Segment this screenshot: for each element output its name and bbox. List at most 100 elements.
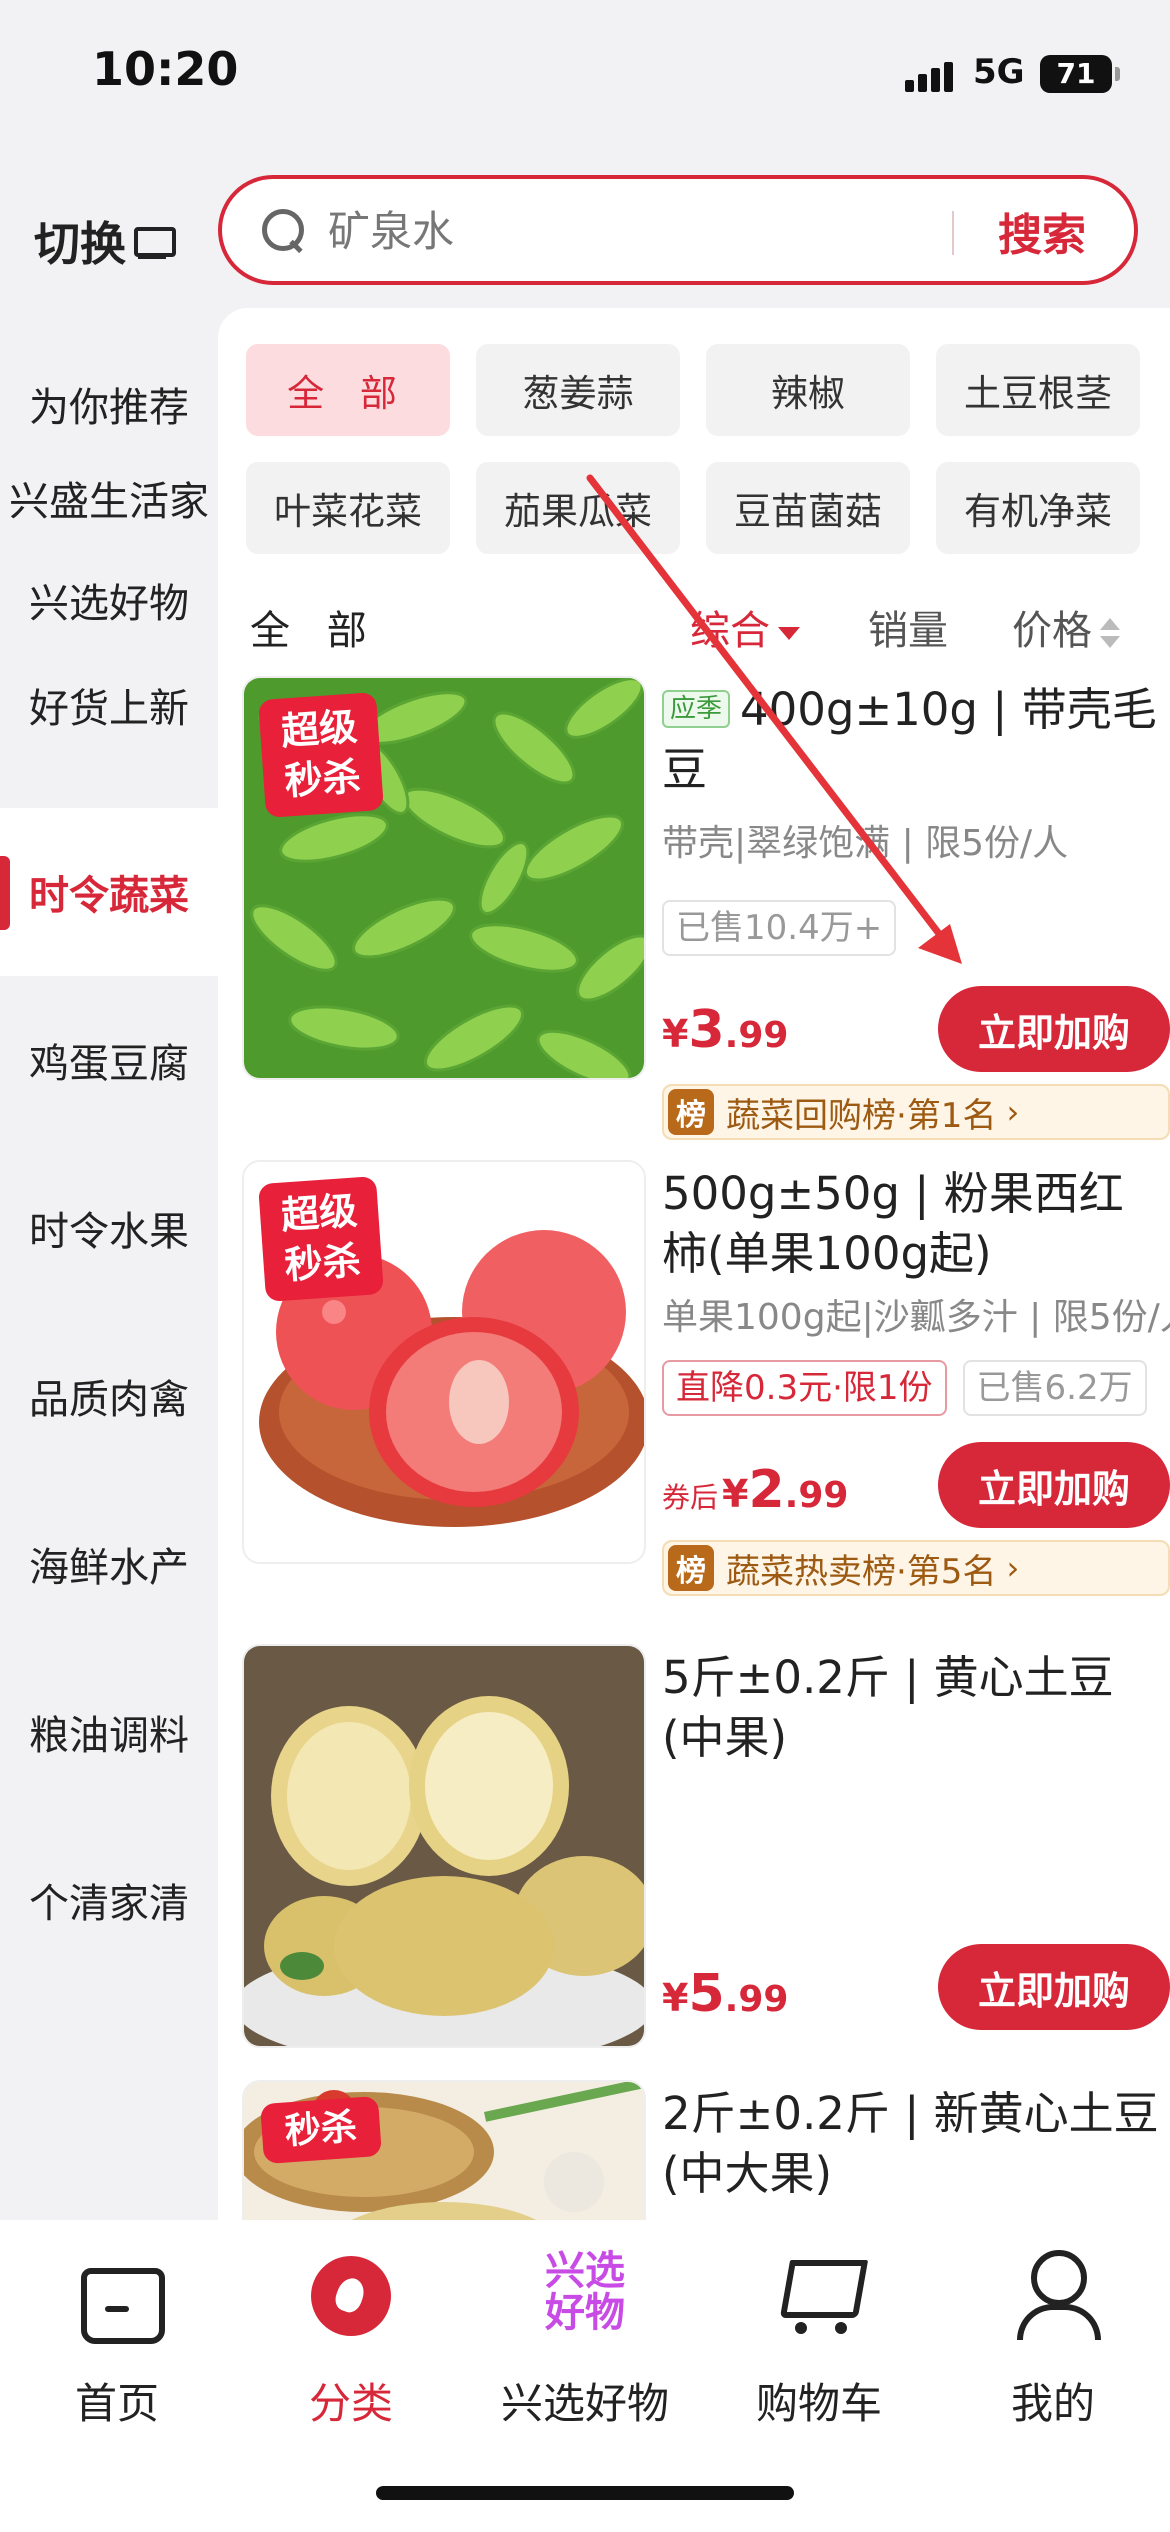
price-currency: ¥ [662, 1012, 689, 1056]
tab-xingxuan[interactable]: 兴选 好物 兴选好物 [468, 2250, 702, 2440]
product-image-new-potato[interactable]: 秒杀 [242, 2080, 646, 2220]
price-decimal: .99 [784, 1475, 849, 1516]
flash-sale-badge: 超级 秒杀 [258, 692, 384, 818]
sort-price-label: 价格 [1012, 608, 1092, 654]
sidebar-item-vegetables[interactable]: 时令蔬菜 [0, 808, 218, 976]
product-price: ¥3.99 [662, 1000, 788, 1060]
network-label: 5G [973, 52, 1025, 92]
discount-tag: 直降0.3元·限1份 [662, 1360, 947, 1416]
chip-pepper[interactable]: 辣椒 [706, 344, 910, 436]
chip-scallion-ginger-garlic[interactable]: 葱姜蒜 [476, 344, 680, 436]
tab-profile[interactable]: 我的 [936, 2250, 1170, 2440]
add-to-cart-button[interactable]: 立即加购 [938, 986, 1170, 1072]
flash-sale-badge: 秒杀 [260, 2095, 382, 2165]
status-time: 10:20 [92, 42, 239, 96]
product-title[interactable]: 应季 400g±10g | 带壳毛豆 [662, 680, 1162, 800]
search-divider [952, 211, 954, 255]
product-tags: 已售10.4万+ [662, 900, 897, 956]
price-decimal: .99 [724, 1979, 789, 2020]
product-image-edamame[interactable]: 超级 秒杀 [242, 676, 646, 1080]
price-integer: 5 [688, 1964, 725, 2024]
search-input[interactable] [328, 201, 928, 261]
xingxuan-logo-icon: 兴选 好物 [545, 2248, 625, 2336]
product-title[interactable]: 5斤±0.2斤 | 黄心土豆(中果) [662, 1648, 1162, 1768]
product-panel: 全 部 葱姜蒜 辣椒 土豆根茎 叶菜花菜 茄果瓜菜 豆苗菌菇 有机净菜 全 部 … [218, 308, 1170, 2220]
category-sidebar: 为你推荐 兴盛生活家 兴选好物 好货上新 时令蔬菜 鸡蛋豆腐 时令水果 品质肉禽… [0, 320, 218, 2220]
product-subtitle: 单果100g起|沙瓤多汁 | 限5份/人 [662, 1297, 1170, 1338]
sort-bar: 全 部 综合 销量 价格 [218, 578, 1170, 668]
sidebar-item-meat[interactable]: 品质肉禽 [0, 1312, 218, 1480]
price-integer: 3 [688, 1000, 725, 1060]
product-subtitle: 带壳|翠绿饱满 | 限5份/人 [662, 823, 1069, 864]
tab-category-label: 分类 [308, 2379, 393, 2428]
tab-cart-label: 购物车 [755, 2379, 882, 2428]
category-icon [311, 2256, 391, 2336]
tab-cart[interactable]: 购物车 [702, 2250, 936, 2440]
sort-arrows-icon [1100, 616, 1120, 650]
tab-profile-label: 我的 [1010, 2379, 1095, 2428]
status-bar: 10:20 5G 71 [0, 0, 1170, 150]
product-title[interactable]: 2斤±0.2斤 | 新黄心土豆(中大果) [662, 2084, 1162, 2204]
tab-home[interactable]: 首页 [0, 2250, 234, 2440]
profile-icon [1013, 2250, 1101, 2340]
chip-solanaceous[interactable]: 茄果瓜菜 [476, 462, 680, 554]
product-price: 券后 ¥2.99 [662, 1460, 848, 1520]
sort-comprehensive[interactable]: 综合 [690, 598, 800, 656]
chip-potato-root[interactable]: 土豆根茎 [936, 344, 1140, 436]
chevron-right-icon: › [1006, 1093, 1020, 1131]
sidebar-item-grain-oil[interactable]: 粮油调料 [0, 1648, 218, 1816]
price-currency: ¥ [722, 1472, 749, 1516]
product-card[interactable]: 超级 秒杀 应季 400g±10g | 带壳毛豆 带壳|翠绿饱满 | 限5份/人 已… [242, 676, 1170, 1140]
sidebar-item-seafood[interactable]: 海鲜水产 [0, 1480, 218, 1648]
product-image-potato[interactable] [242, 1644, 646, 2048]
price-integer: 2 [748, 1460, 785, 1520]
home-icon [77, 2250, 165, 2344]
sold-count-tag: 已售10.4万+ [662, 900, 897, 956]
switch-button[interactable]: 切换 [34, 208, 176, 274]
ranking-banner[interactable]: 榜 蔬菜回购榜·第1名 › [662, 1084, 1170, 1140]
sidebar-item-eggs-tofu[interactable]: 鸡蛋豆腐 [0, 976, 218, 1144]
chip-leafy[interactable]: 叶菜花菜 [246, 462, 450, 554]
sidebar-item-new[interactable]: 好货上新 [0, 620, 218, 790]
sidebar-item-fruit[interactable]: 时令水果 [0, 1144, 218, 1312]
chip-organic[interactable]: 有机净菜 [936, 462, 1140, 554]
search-icon [262, 209, 306, 253]
rank-text: 蔬菜回购榜·第1名 [726, 1095, 997, 1136]
add-to-cart-button[interactable]: 立即加购 [938, 1442, 1170, 1528]
rank-text: 蔬菜热卖榜·第5名 [726, 1551, 997, 1592]
product-title[interactable]: 500g±50g | 粉果西红柿(单果100g起) [662, 1164, 1162, 1284]
add-to-cart-button[interactable]: 立即加购 [938, 1944, 1170, 2030]
sidebar-item-cleaning[interactable]: 个清家清 [0, 1816, 218, 1984]
battery-icon: 71 [1040, 55, 1120, 93]
search-bar[interactable]: 搜索 [218, 175, 1138, 285]
product-card[interactable]: 秒杀 2斤±0.2斤 | 新黄心土豆(中大果) [242, 2080, 1170, 2220]
signal-icon [905, 60, 953, 92]
search-button[interactable]: 搜索 [998, 199, 1086, 263]
rank-badge-icon: 榜 [668, 1089, 714, 1135]
switch-label: 切换 [34, 217, 126, 271]
chip-sprouts-mushrooms[interactable]: 豆苗菌菇 [706, 462, 910, 554]
flash-sale-badge: 超级 秒杀 [258, 1176, 384, 1302]
tab-category[interactable]: 分类 [234, 2250, 468, 2440]
product-price: ¥5.99 [662, 1964, 788, 2024]
product-tags: 直降0.3元·限1份 已售6.2万 [662, 1360, 1147, 1416]
cart-icon [779, 2250, 859, 2340]
screen-icon [132, 223, 176, 259]
sort-sales[interactable]: 销量 [868, 598, 948, 656]
tab-xingxuan-label: 兴选好物 [500, 2379, 669, 2428]
price-decimal: .99 [724, 1015, 789, 1056]
product-title-text: 400g±10g | 带壳毛豆 [662, 683, 1157, 796]
sort-price[interactable]: 价格 [1012, 598, 1120, 656]
sold-count-tag: 已售6.2万 [962, 1360, 1147, 1416]
chevron-right-icon: › [1006, 1549, 1020, 1587]
product-card[interactable]: 5斤±0.2斤 | 黄心土豆(中果) ¥5.99 立即加购 [242, 1644, 1170, 2054]
product-card[interactable]: 超级 秒杀 500g±50g | 粉果西红柿(单果100g起) 单果100g起|沙… [242, 1160, 1170, 1596]
product-image-tomato[interactable]: 超级 秒杀 [242, 1160, 646, 1564]
sort-comprehensive-label: 综合 [690, 608, 770, 654]
home-indicator [376, 2486, 794, 2500]
price-prefix: 券后 [662, 1481, 719, 1514]
sort-all-label: 全 部 [250, 608, 379, 654]
chip-all[interactable]: 全 部 [246, 344, 450, 436]
ranking-banner[interactable]: 榜 蔬菜热卖榜·第5名 › [662, 1540, 1170, 1596]
rank-badge-icon: 榜 [668, 1545, 714, 1591]
